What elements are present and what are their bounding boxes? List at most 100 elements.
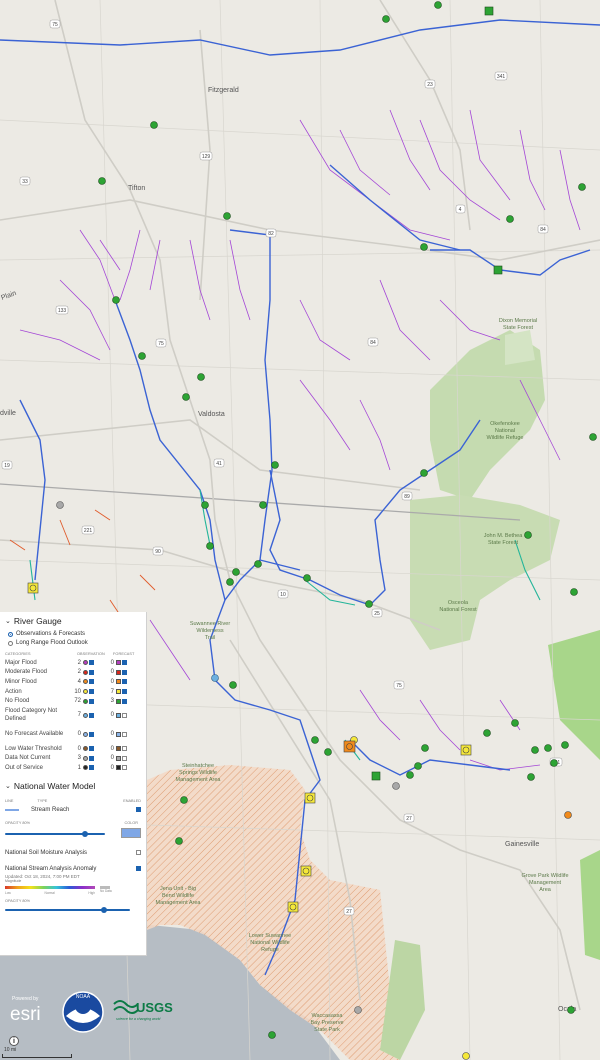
gauge-no-flood[interactable] bbox=[175, 837, 183, 845]
gauge-action[interactable] bbox=[462, 746, 470, 754]
gauge-no-flood[interactable] bbox=[98, 177, 106, 185]
gauge-no-flood[interactable] bbox=[483, 729, 491, 737]
gauge-no-flood[interactable] bbox=[271, 461, 279, 469]
gauge-no-flood[interactable] bbox=[303, 574, 311, 582]
chevron-down-icon[interactable]: ⌄ bbox=[5, 782, 11, 790]
gauge-category-not-defined[interactable] bbox=[211, 674, 219, 682]
stream-anomaly-checkbox[interactable] bbox=[136, 866, 141, 872]
forecast-checkbox[interactable] bbox=[122, 669, 127, 675]
gauge-action[interactable] bbox=[29, 584, 37, 592]
gauge-no-flood[interactable] bbox=[414, 762, 422, 770]
gauge-no-flood[interactable] bbox=[180, 796, 188, 804]
gauge-no-flood[interactable] bbox=[434, 1, 442, 9]
gauge-no-flood[interactable] bbox=[524, 531, 532, 539]
gauge-no-flood[interactable] bbox=[182, 393, 190, 401]
esri-logo[interactable]: Powered by esri bbox=[10, 996, 41, 1025]
forecast-checkbox[interactable] bbox=[122, 755, 127, 761]
forecast-checkbox[interactable] bbox=[122, 712, 127, 718]
nwm-header[interactable]: ⌄ National Water Model bbox=[5, 781, 141, 791]
observation-checkbox[interactable] bbox=[89, 669, 94, 675]
gauge-no-flood[interactable] bbox=[324, 748, 332, 756]
gauge-action[interactable] bbox=[462, 1052, 470, 1060]
opacity2-slider[interactable] bbox=[5, 906, 130, 913]
gauge-no-flood[interactable] bbox=[550, 759, 558, 767]
gauge-no-flood[interactable] bbox=[150, 121, 158, 129]
slider-track[interactable] bbox=[5, 833, 105, 835]
gauge-no-flood[interactable] bbox=[259, 501, 267, 509]
gauge-no-flood[interactable] bbox=[365, 600, 373, 608]
gauge-forecast-no-flood[interactable] bbox=[371, 771, 381, 781]
gauge-no-flood[interactable] bbox=[527, 773, 535, 781]
gauge-data-not-current[interactable] bbox=[392, 782, 400, 790]
observation-checkbox[interactable] bbox=[89, 765, 94, 771]
gauge-action[interactable] bbox=[302, 867, 310, 875]
gauge-no-flood[interactable] bbox=[511, 719, 519, 727]
observation-checkbox[interactable] bbox=[89, 712, 94, 718]
gauge-no-flood[interactable] bbox=[268, 1031, 276, 1039]
noaa-logo[interactable]: NOAA bbox=[62, 991, 104, 1033]
gauge-no-flood[interactable] bbox=[589, 433, 597, 441]
gauge-no-flood[interactable] bbox=[420, 243, 428, 251]
forecast-checkbox[interactable] bbox=[122, 731, 127, 737]
gauge-data-not-current[interactable] bbox=[354, 1006, 362, 1014]
gauge-no-flood[interactable] bbox=[567, 1006, 575, 1014]
gauge-no-flood[interactable] bbox=[197, 373, 205, 381]
soil-moisture-checkbox[interactable] bbox=[136, 850, 141, 856]
gauge-no-flood[interactable] bbox=[226, 578, 234, 586]
gauge-no-flood[interactable] bbox=[531, 746, 539, 754]
forecast-checkbox[interactable] bbox=[122, 746, 127, 752]
option-long-range-outlook[interactable]: Long Range Flood Outlook bbox=[8, 640, 141, 646]
slider-knob[interactable] bbox=[82, 830, 88, 837]
option-observations-forecasts[interactable]: Observations & Forecasts bbox=[8, 631, 141, 637]
gauge-no-flood[interactable] bbox=[382, 15, 390, 23]
gauge-no-flood[interactable] bbox=[223, 212, 231, 220]
gauge-forecast-no-flood[interactable] bbox=[493, 265, 503, 275]
observation-checkbox[interactable] bbox=[89, 679, 94, 685]
gauge-action[interactable] bbox=[306, 794, 314, 802]
gauge-no-flood[interactable] bbox=[506, 215, 514, 223]
gauge-no-flood[interactable] bbox=[420, 469, 428, 477]
radio-icon[interactable] bbox=[8, 640, 13, 646]
gauge-forecast-no-flood[interactable] bbox=[484, 6, 494, 16]
gauge-no-flood[interactable] bbox=[229, 681, 237, 689]
observation-checkbox[interactable] bbox=[89, 755, 94, 761]
gauge-no-flood[interactable] bbox=[544, 744, 552, 752]
gauge-minor[interactable] bbox=[346, 743, 353, 750]
gauge-no-flood[interactable] bbox=[254, 560, 262, 568]
gauge-no-flood[interactable] bbox=[561, 741, 569, 749]
forecast-checkbox[interactable] bbox=[122, 689, 127, 695]
gauge-no-flood[interactable] bbox=[570, 588, 578, 596]
observation-checkbox[interactable] bbox=[89, 698, 94, 704]
forecast-checkbox[interactable] bbox=[122, 679, 127, 685]
color-swatch[interactable] bbox=[121, 827, 141, 838]
usgs-logo[interactable]: USGS science for a changing world bbox=[113, 1000, 173, 1021]
gauge-no-flood[interactable] bbox=[311, 736, 319, 744]
opacity-slider[interactable] bbox=[5, 830, 105, 837]
gauge-action[interactable] bbox=[289, 903, 297, 911]
slider-knob[interactable] bbox=[101, 906, 108, 913]
radio-selected-icon[interactable] bbox=[8, 631, 13, 637]
observation-checkbox[interactable] bbox=[89, 731, 94, 737]
gauge-data-not-current[interactable] bbox=[56, 501, 64, 509]
gauge-no-flood[interactable] bbox=[406, 771, 414, 779]
gauge-no-flood[interactable] bbox=[112, 296, 120, 304]
observation-checkbox[interactable] bbox=[89, 660, 94, 666]
gauge-minor[interactable] bbox=[564, 811, 572, 819]
forecast-checkbox[interactable] bbox=[122, 698, 127, 704]
gauge-no-flood[interactable] bbox=[201, 501, 209, 509]
slider-track[interactable] bbox=[5, 909, 130, 911]
forecast-checkbox[interactable] bbox=[122, 765, 127, 771]
gauge-no-flood[interactable] bbox=[138, 352, 146, 360]
chevron-down-icon[interactable]: ⌄ bbox=[5, 617, 11, 625]
gauge-no-flood[interactable] bbox=[232, 568, 240, 576]
gauge-no-flood[interactable] bbox=[206, 542, 214, 550]
info-icon[interactable]: i bbox=[9, 1036, 19, 1046]
forecast-checkbox[interactable] bbox=[122, 660, 127, 666]
forecast-count: 0 bbox=[110, 678, 114, 685]
observation-checkbox[interactable] bbox=[89, 689, 94, 695]
gauge-no-flood[interactable] bbox=[421, 744, 429, 752]
stream-reach-checkbox[interactable] bbox=[136, 807, 141, 813]
observation-checkbox[interactable] bbox=[89, 746, 94, 752]
gauge-no-flood[interactable] bbox=[578, 183, 586, 191]
river-gauge-header[interactable]: ⌄ River Gauge bbox=[5, 616, 141, 626]
